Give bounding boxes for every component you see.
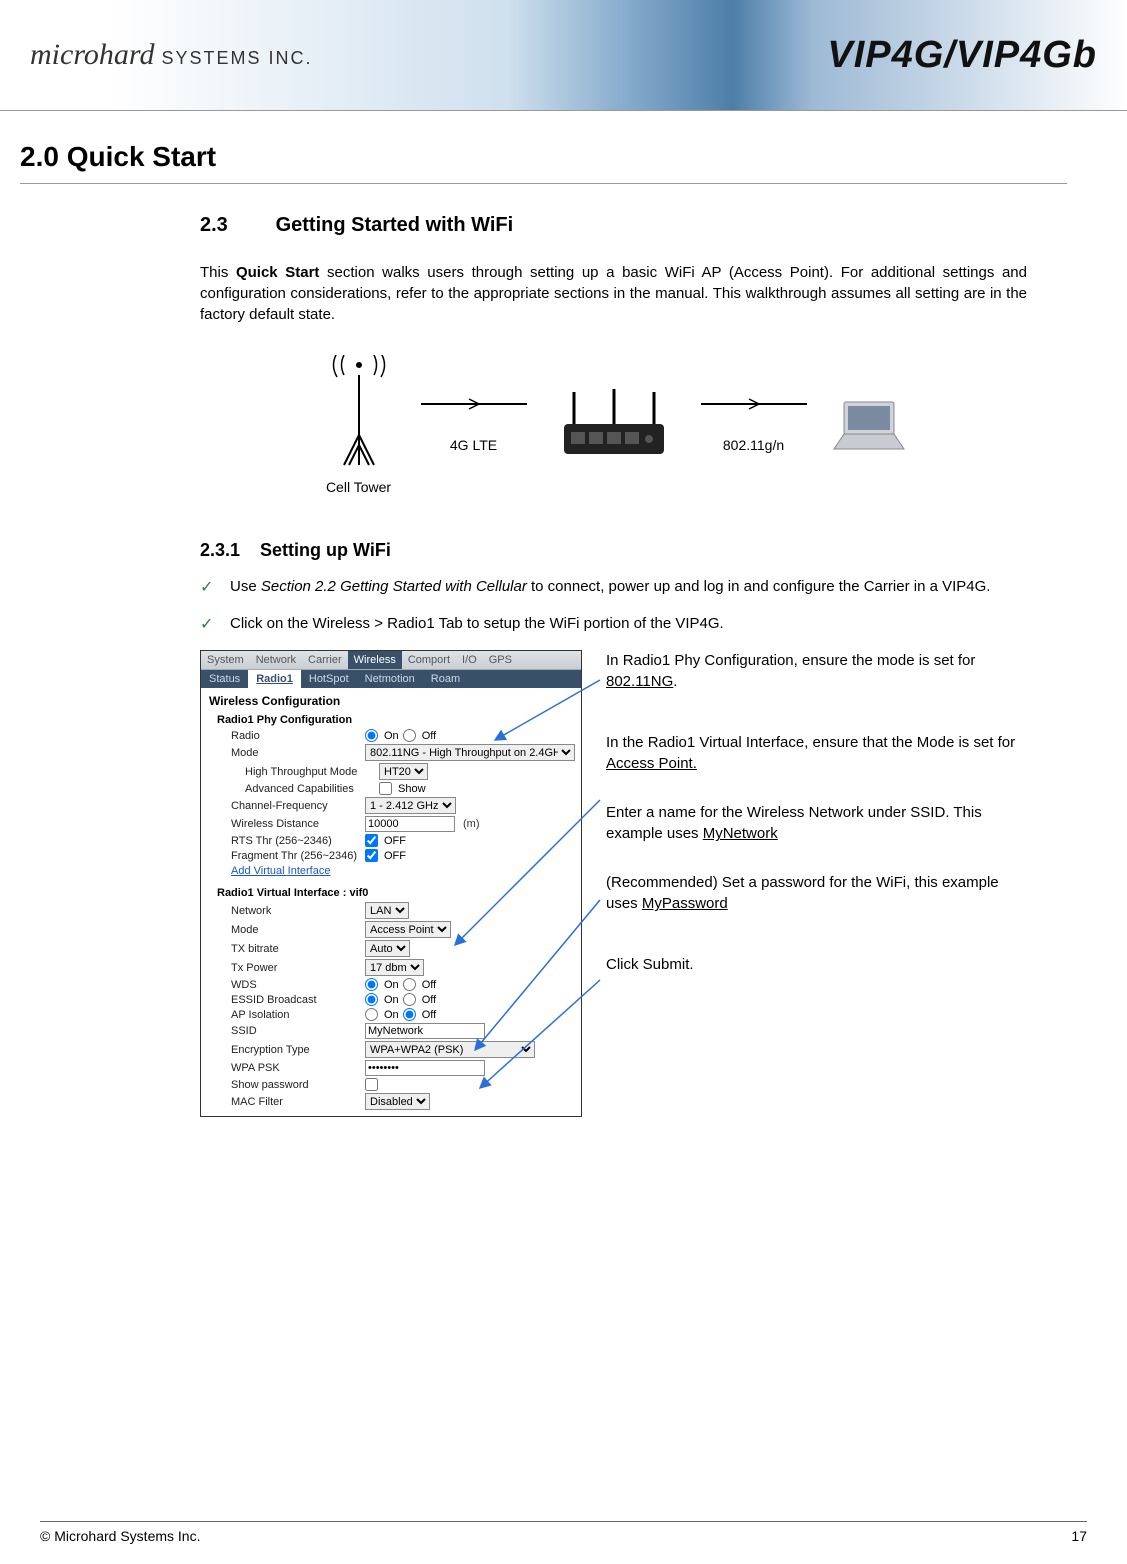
- txb-select[interactable]: Auto: [365, 940, 410, 957]
- radio-off[interactable]: [403, 729, 416, 742]
- nav-wireless[interactable]: Wireless: [348, 651, 402, 669]
- row-txp: Tx Power17 dbm: [201, 958, 581, 977]
- product-name: VIP4G/VIP4Gb: [827, 34, 1097, 77]
- config-screenshot: System Network Carrier Wireless Comport …: [200, 650, 582, 1117]
- footer-copyright: © Microhard Systems Inc.: [40, 1528, 200, 1544]
- nav-comport[interactable]: Comport: [402, 651, 456, 669]
- adv-check[interactable]: [379, 782, 392, 795]
- apiso-off[interactable]: [403, 1008, 416, 1021]
- brand-name: microhard: [30, 38, 154, 71]
- essid-off[interactable]: [403, 993, 416, 1006]
- phy-config-title: Radio1 Phy Configuration: [201, 710, 581, 728]
- row-apiso: AP IsolationOn Off: [201, 1007, 581, 1022]
- brand-logo: microhard SYSTEMS INC.: [30, 38, 312, 72]
- subsection-heading: 2.3.1 Setting up WiFi: [200, 540, 1027, 561]
- brand-suffix: SYSTEMS INC.: [154, 48, 312, 68]
- ssid-input[interactable]: [365, 1023, 485, 1039]
- essid-on[interactable]: [365, 993, 378, 1006]
- row-network: NetworkLAN: [201, 901, 581, 920]
- link-4g: 4G LTE: [419, 397, 529, 453]
- header-banner: microhard SYSTEMS INC. VIP4G/VIP4Gb: [0, 0, 1127, 111]
- top-nav: System Network Carrier Wireless Comport …: [201, 651, 581, 670]
- htm-select[interactable]: HT20: [379, 763, 428, 780]
- row-mac: MAC FilterDisabled: [201, 1092, 581, 1116]
- mac-select[interactable]: Disabled: [365, 1093, 430, 1110]
- callout-column: In Radio1 Phy Configuration, ensure the …: [606, 650, 1027, 1117]
- showpw-check[interactable]: [365, 1078, 378, 1091]
- row-ssid: SSID: [201, 1022, 581, 1040]
- subnav-hotspot[interactable]: HotSpot: [301, 670, 357, 688]
- subsection-title: Setting up WiFi: [260, 540, 391, 560]
- subnav-radio1[interactable]: Radio1: [248, 670, 301, 688]
- section-title: Getting Started with WiFi: [276, 214, 514, 236]
- page-title: 2.0 Quick Start: [20, 141, 1067, 173]
- add-virtual-interface-link[interactable]: Add Virtual Interface: [201, 863, 581, 883]
- row-adv: Advanced CapabilitiesShow: [201, 781, 581, 796]
- cell-tower-label: Cell Tower: [326, 479, 391, 495]
- callout-password: (Recommended) Set a password for the WiF…: [606, 872, 1027, 914]
- intro-paragraph: This Quick Start section walks users thr…: [200, 262, 1027, 325]
- nav-gps[interactable]: GPS: [483, 651, 518, 669]
- step-1: ✓ Use Section 2.2 Getting Started with C…: [200, 576, 1027, 599]
- row-chan: Channel-Frequency1 - 2.412 GHz: [201, 796, 581, 815]
- chan-select[interactable]: 1 - 2.412 GHz: [365, 797, 456, 814]
- vifmode-select[interactable]: Access Point: [365, 921, 451, 938]
- row-radio: RadioOn Off: [201, 728, 581, 743]
- title-separator: [20, 183, 1067, 184]
- check-icon: ✓: [200, 613, 218, 636]
- network-diagram: Cell Tower 4G LTE: [200, 355, 1027, 495]
- row-htm: High Throughput ModeHT20: [201, 762, 581, 781]
- row-txb: TX bitrateAuto: [201, 939, 581, 958]
- callout-ssid: Enter a name for the Wireless Network un…: [606, 802, 1027, 844]
- row-showpw: Show password: [201, 1077, 581, 1092]
- wdist-input[interactable]: [365, 816, 455, 832]
- nav-carrier[interactable]: Carrier: [302, 651, 348, 669]
- section-number: 2.3: [200, 214, 270, 237]
- wds-off[interactable]: [403, 978, 416, 991]
- vif-title: Radio1 Virtual Interface : vif0: [201, 883, 581, 901]
- rts-check[interactable]: [365, 834, 378, 847]
- txp-select[interactable]: 17 dbm: [365, 959, 424, 976]
- subsection-number: 2.3.1: [200, 540, 255, 561]
- link-wifi: 802.11g/n: [699, 397, 809, 453]
- laptop-icon: [829, 394, 909, 457]
- row-vifmode: ModeAccess Point: [201, 920, 581, 939]
- subnav-status[interactable]: Status: [201, 670, 248, 688]
- subnav-roam[interactable]: Roam: [423, 670, 468, 688]
- callout-phy: In Radio1 Phy Configuration, ensure the …: [606, 650, 1027, 692]
- enc-select[interactable]: WPA+WPA2 (PSK): [365, 1041, 535, 1058]
- wireless-config-title: Wireless Configuration: [201, 688, 581, 710]
- row-essid: ESSID BroadcastOn Off: [201, 992, 581, 1007]
- callout-vif: In the Radio1 Virtual Interface, ensure …: [606, 732, 1027, 774]
- mode-select[interactable]: 802.11NG - High Throughput on 2.4GHz: [365, 744, 575, 761]
- cell-tower-icon: Cell Tower: [319, 355, 399, 495]
- subnav-netmotion[interactable]: Netmotion: [357, 670, 423, 688]
- row-psk: WPA PSK: [201, 1059, 581, 1077]
- wds-on[interactable]: [365, 978, 378, 991]
- router-icon: [549, 384, 679, 467]
- psk-input[interactable]: [365, 1060, 485, 1076]
- footer-page-number: 17: [1071, 1528, 1087, 1544]
- callout-submit: Click Submit.: [606, 954, 1027, 975]
- sub-nav: Status Radio1 HotSpot Netmotion Roam: [201, 670, 581, 688]
- row-wds: WDSOn Off: [201, 977, 581, 992]
- apiso-on[interactable]: [365, 1008, 378, 1021]
- network-select[interactable]: LAN: [365, 902, 409, 919]
- page-footer: © Microhard Systems Inc. 17: [0, 1521, 1127, 1544]
- frag-check[interactable]: [365, 849, 378, 862]
- check-icon: ✓: [200, 576, 218, 599]
- row-enc: Encryption TypeWPA+WPA2 (PSK): [201, 1040, 581, 1059]
- nav-system[interactable]: System: [201, 651, 250, 669]
- row-frag: Fragment Thr (256~2346)OFF: [201, 848, 581, 863]
- row-wdist: Wireless Distance(m): [201, 815, 581, 833]
- section-heading: 2.3 Getting Started with WiFi: [200, 214, 1027, 237]
- nav-io[interactable]: I/O: [456, 651, 483, 669]
- step-2: ✓ Click on the Wireless > Radio1 Tab to …: [200, 613, 1027, 636]
- row-mode: Mode802.11NG - High Throughput on 2.4GHz: [201, 743, 581, 762]
- nav-network[interactable]: Network: [250, 651, 302, 669]
- row-rts: RTS Thr (256~2346)OFF: [201, 833, 581, 848]
- radio-on[interactable]: [365, 729, 378, 742]
